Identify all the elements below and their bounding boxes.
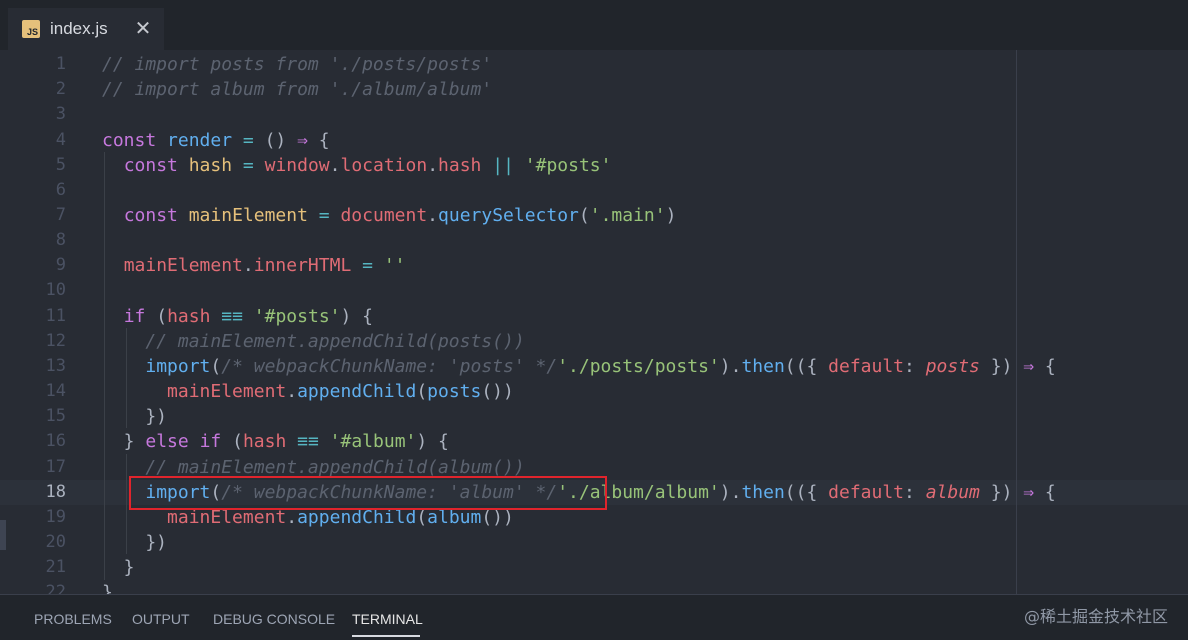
- code-line-14: mainElement.appendChild(posts()): [167, 381, 514, 402]
- line-number: 1: [55, 54, 66, 74]
- line-number: 19: [45, 507, 66, 527]
- red-annotation-box: [129, 476, 607, 510]
- line-number: 16: [45, 431, 66, 451]
- code-editor[interactable]: 1 2 3 4 5 6 7 8 9 10 11 12 13 14 15 16 1…: [0, 50, 1188, 594]
- line-number: 11: [45, 306, 66, 326]
- code-line-21: }: [102, 557, 135, 578]
- tab-bar: JS index.js ✕: [0, 0, 1188, 50]
- line-number: 22: [45, 582, 66, 594]
- line-number: 6: [55, 180, 66, 200]
- js-file-icon: JS: [22, 20, 40, 38]
- tab-filename: index.js: [50, 19, 108, 38]
- line-number: 13: [45, 356, 66, 376]
- code-line-5: const hash = window.location.hash || '#p…: [123, 155, 612, 176]
- line-number: 17: [45, 457, 66, 477]
- file-tab-index-js[interactable]: JS index.js ✕: [8, 8, 164, 50]
- code-line-20: }): [102, 532, 168, 553]
- tab-output[interactable]: OUTPUT: [132, 611, 190, 627]
- code-line-16: } else if (hash ≡≡ '#album') {: [102, 431, 449, 452]
- watermark: @稀土掘金技术社区: [1023, 607, 1168, 626]
- line-number: 10: [45, 280, 66, 300]
- line-number-active: 18: [45, 482, 66, 502]
- line-number: 7: [55, 205, 66, 225]
- editor-ruler: [1016, 50, 1017, 594]
- code-line-12: // mainElement.appendChild(posts()): [145, 331, 525, 352]
- tab-terminal[interactable]: TERMINAL: [352, 611, 423, 627]
- line-number: 3: [55, 104, 66, 124]
- tab-problems[interactable]: PROBLEMS: [34, 611, 112, 627]
- code-line-15: }): [102, 406, 168, 427]
- line-number: 9: [55, 255, 66, 275]
- code-line-22: }: [102, 582, 113, 594]
- line-number: 21: [45, 557, 66, 577]
- bottom-panel: PROBLEMS OUTPUT DEBUG CONSOLE TERMINAL @…: [0, 594, 1188, 640]
- code-line-1: // import posts from './posts/posts': [102, 54, 493, 75]
- code-line-2: // import album from './album/album': [102, 79, 493, 100]
- code-line-7: const mainElement = document.querySelect…: [123, 205, 677, 226]
- tab-debug-console[interactable]: DEBUG CONSOLE: [213, 611, 335, 627]
- active-tab-indicator: [352, 635, 420, 637]
- line-number: 2: [55, 79, 66, 99]
- line-number: 8: [55, 230, 66, 250]
- line-number: 15: [45, 406, 66, 426]
- code-line-9: mainElement.innerHTML = '': [123, 255, 406, 276]
- line-number: 14: [45, 381, 66, 401]
- line-number: 20: [45, 532, 66, 552]
- close-icon[interactable]: ✕: [135, 19, 152, 39]
- code-line-13: import(/* webpackChunkName: 'posts' */'.…: [145, 356, 1056, 377]
- code-line-4: const render = () ⇒ {: [102, 130, 330, 151]
- code-line-11: if (hash ≡≡ '#posts') {: [123, 306, 374, 327]
- line-number: 5: [55, 155, 66, 175]
- line-number: 12: [45, 331, 66, 351]
- line-number: 4: [55, 130, 66, 150]
